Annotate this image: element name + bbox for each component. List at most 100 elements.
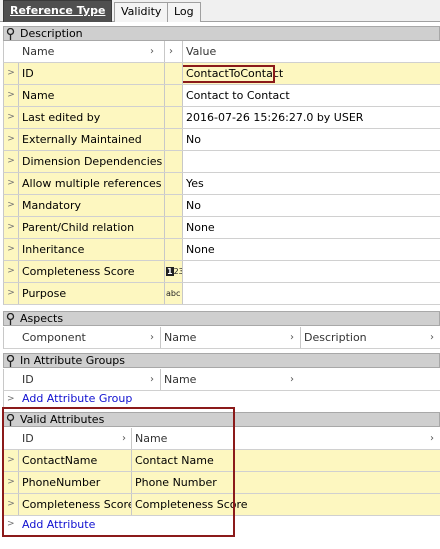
chevron-right-icon[interactable]: ›: [122, 428, 126, 449]
property-name: Allow multiple references: [22, 177, 162, 190]
type-cell: [164, 85, 182, 106]
description-header-row: Name › › Value: [3, 41, 440, 63]
valid-attribute-row[interactable]: > PhoneNumber Phone Number: [3, 472, 440, 494]
description-row[interactable]: > Name Contact to Contact: [3, 85, 440, 107]
type-cell: [164, 107, 182, 128]
chevron-right-icon[interactable]: >: [4, 239, 19, 260]
attribute-id: ContactName: [22, 454, 98, 467]
attribute-name: Contact Name: [131, 450, 440, 471]
chevron-right-icon[interactable]: >: [4, 283, 19, 304]
property-name: Dimension Dependencies: [22, 155, 163, 168]
description-row[interactable]: > Mandatory No: [3, 195, 440, 217]
valid-attribute-row[interactable]: > ContactName Contact Name: [3, 450, 440, 472]
tab-reference-type[interactable]: Reference Type: [3, 0, 113, 22]
column-header-name[interactable]: Name: [19, 41, 164, 62]
column-header-description[interactable]: Description: [300, 327, 440, 348]
chevron-right-icon[interactable]: >: [4, 217, 19, 238]
property-value[interactable]: [182, 261, 440, 282]
chevron-right-icon[interactable]: >: [4, 173, 19, 194]
description-row[interactable]: > Dimension Dependencies: [3, 151, 440, 173]
description-row[interactable]: > Parent/Child relation None: [3, 217, 440, 239]
property-value[interactable]: [182, 151, 440, 172]
pushpin-icon[interactable]: [6, 28, 15, 40]
attribute-groups-header-row: ID › Name ›: [3, 369, 440, 391]
attribute-id: PhoneNumber: [22, 476, 101, 489]
description-row[interactable]: > Externally Maintained No: [3, 129, 440, 151]
description-row[interactable]: > Allow multiple references Yes: [3, 173, 440, 195]
valid-attribute-row[interactable]: > Completeness Score Completeness Score: [3, 494, 440, 516]
chevron-right-icon[interactable]: ›: [430, 428, 434, 449]
attribute-name: Phone Number: [131, 472, 440, 493]
add-attribute-group-link[interactable]: Add Attribute Group: [22, 391, 132, 407]
chevron-right-icon[interactable]: >: [4, 85, 19, 106]
description-row[interactable]: > Inheritance None: [3, 239, 440, 261]
property-name: ID: [22, 67, 34, 80]
column-header-id[interactable]: ID: [19, 369, 164, 390]
add-attribute-group-row: > Add Attribute Group: [3, 391, 440, 408]
property-name: Name: [22, 89, 55, 102]
chevron-right-icon[interactable]: >: [4, 63, 19, 84]
column-header-name[interactable]: Name: [131, 428, 440, 449]
property-value[interactable]: 2016-07-26 15:26:27.0 by USER: [182, 107, 440, 128]
chevron-right-icon[interactable]: >: [4, 107, 19, 128]
chevron-right-icon[interactable]: ›: [150, 369, 154, 390]
attribute-groups-title: In Attribute Groups: [20, 354, 125, 367]
column-header-name[interactable]: Name: [160, 327, 300, 348]
property-value[interactable]: None: [182, 217, 440, 238]
description-row[interactable]: > Completeness Score 123: [3, 261, 440, 283]
tab-bar: Reference Type Validity Log: [0, 0, 440, 22]
description-row[interactable]: > ID ContactToContact: [3, 63, 440, 85]
aspects-header-row: Component › Name › Description ›: [3, 327, 440, 349]
pushpin-icon[interactable]: [6, 355, 15, 367]
aspects-title: Aspects: [20, 312, 64, 325]
chevron-right-icon[interactable]: ›: [430, 327, 434, 348]
property-value[interactable]: None: [182, 239, 440, 260]
chevron-right-icon[interactable]: ›: [150, 327, 154, 348]
add-attribute-link[interactable]: Add Attribute: [22, 516, 95, 533]
property-name: Externally Maintained: [22, 133, 142, 146]
tab-validity[interactable]: Validity: [114, 2, 169, 22]
description-header-gap: ›: [164, 41, 182, 62]
type-cell: 123: [164, 261, 182, 282]
valid-attributes-section-header[interactable]: Valid Attributes: [3, 412, 440, 427]
attribute-name: Completeness Score: [131, 494, 440, 515]
description-row[interactable]: > Last edited by 2016-07-26 15:26:27.0 b…: [3, 107, 440, 129]
type-cell: [164, 173, 182, 194]
type-cell: [164, 239, 182, 260]
chevron-right-icon[interactable]: >: [4, 129, 19, 150]
type-cell: [164, 129, 182, 150]
chevron-right-icon[interactable]: >: [7, 516, 15, 533]
property-value-cell[interactable]: ContactToContact: [182, 63, 440, 84]
chevron-right-icon[interactable]: >: [4, 450, 19, 471]
aspects-section-header[interactable]: Aspects: [3, 311, 440, 326]
chevron-right-icon[interactable]: >: [7, 391, 15, 407]
add-attribute-row: > Add Attribute: [3, 516, 440, 534]
property-value[interactable]: Yes: [182, 173, 440, 194]
property-value[interactable]: Contact to Contact: [182, 85, 440, 106]
chevron-right-icon[interactable]: ›: [290, 327, 294, 348]
property-value[interactable]: [182, 283, 440, 304]
description-row[interactable]: > Purpose abc: [3, 283, 440, 305]
pushpin-icon[interactable]: [6, 414, 15, 426]
chevron-right-icon[interactable]: >: [4, 195, 19, 216]
column-header-component[interactable]: Component: [19, 327, 164, 348]
chevron-right-icon[interactable]: >: [4, 472, 19, 493]
type-cell: [164, 195, 182, 216]
description-section-header[interactable]: Description: [3, 26, 440, 41]
attribute-id: Completeness Score: [22, 498, 131, 511]
chevron-right-icon[interactable]: ›: [169, 41, 173, 62]
property-value[interactable]: No: [182, 129, 440, 150]
chevron-right-icon[interactable]: ›: [290, 369, 294, 390]
chevron-right-icon[interactable]: >: [4, 494, 19, 515]
property-name: Last edited by: [22, 111, 101, 124]
column-header-value[interactable]: Value: [182, 41, 440, 62]
column-header-id[interactable]: ID: [19, 428, 134, 449]
attribute-groups-section-header[interactable]: In Attribute Groups: [3, 353, 440, 368]
property-value[interactable]: No: [182, 195, 440, 216]
chevron-right-icon[interactable]: >: [4, 261, 19, 282]
chevron-right-icon[interactable]: ›: [150, 41, 154, 62]
column-header-name[interactable]: Name: [160, 369, 300, 390]
chevron-right-icon[interactable]: >: [4, 151, 19, 172]
tab-log[interactable]: Log: [167, 2, 201, 22]
pushpin-icon[interactable]: [6, 313, 15, 325]
